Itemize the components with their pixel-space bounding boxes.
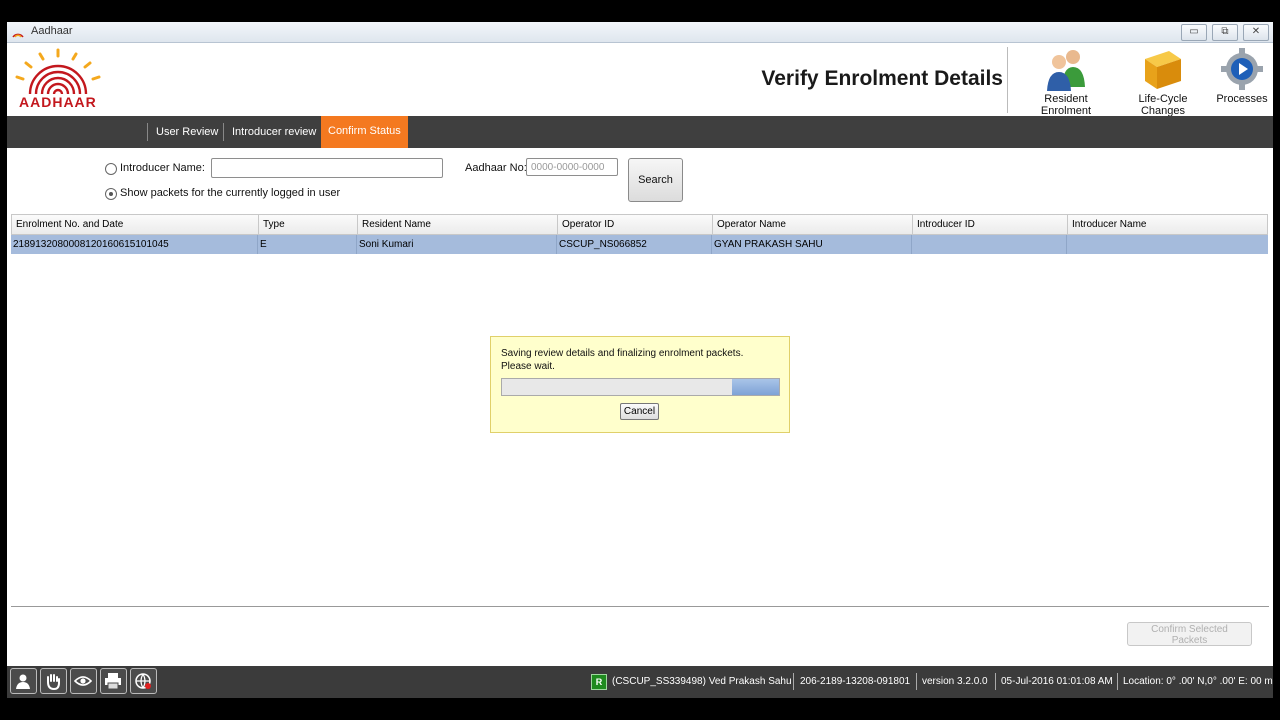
- progress-bar-fill: [731, 379, 779, 395]
- minimize-button[interactable]: ▭: [1181, 24, 1207, 41]
- nav-separator: [147, 123, 148, 141]
- status-separator: [916, 673, 917, 690]
- life-cycle-changes-button[interactable]: Life-Cycle Changes: [1117, 47, 1209, 117]
- hand-icon: [47, 674, 60, 690]
- status-separator: [1117, 673, 1118, 690]
- page-title: Verify Enrolment Details: [761, 67, 1003, 90]
- dialog-message-line2: Please wait.: [501, 361, 555, 372]
- processes-button[interactable]: Processes: [1215, 47, 1269, 105]
- title-bar: Aadhaar ▭ ⧉ ✕: [7, 22, 1273, 43]
- status-user: (CSCUP_SS339498) Ved Prakash Sahu: [612, 676, 792, 687]
- dialog-message-line1: Saving review details and finalizing enr…: [501, 348, 744, 359]
- progress-dialog: Saving review details and finalizing enr…: [490, 336, 790, 433]
- status-indicator: R: [591, 674, 607, 690]
- introducer-name-cell: [1067, 235, 1267, 254]
- fingerprint-sun-icon: [15, 48, 101, 95]
- show-packets-label: Show packets for the currently logged in…: [120, 187, 341, 199]
- search-button[interactable]: Search: [628, 158, 683, 202]
- tab-user-review[interactable]: User Review: [149, 116, 225, 148]
- confirm-selected-packets-button[interactable]: Confirm Selected Packets: [1127, 622, 1252, 646]
- globe-icon: [135, 673, 151, 689]
- tab-confirm-status[interactable]: Confirm Status: [321, 116, 408, 148]
- hand-button[interactable]: [40, 668, 67, 694]
- status-datetime: 05-Jul-2016 01:01:08 AM: [1001, 676, 1113, 687]
- status-version: version 3.2.0.0: [922, 676, 988, 687]
- header: AADHAAR Verify Enrolment Details Residen…: [7, 43, 1273, 117]
- operator-id-cell: CSCUP_NS066852: [557, 235, 712, 254]
- user-icon: [16, 674, 30, 689]
- box-icon: [1145, 51, 1181, 89]
- restore-button[interactable]: ⧉: [1212, 24, 1238, 41]
- gear-icon: [1221, 48, 1263, 90]
- taskbar: [0, 698, 1280, 720]
- status-separator: [995, 673, 996, 690]
- user-button[interactable]: [10, 668, 37, 694]
- column-header[interactable]: Operator ID: [558, 215, 713, 234]
- people-icon: [1047, 50, 1085, 91]
- column-header[interactable]: Operator Name: [713, 215, 913, 234]
- globe-button[interactable]: [130, 668, 157, 694]
- column-header[interactable]: Introducer ID: [913, 215, 1068, 234]
- eye-icon: [74, 676, 92, 686]
- introducer-name-label: Introducer Name:: [120, 162, 205, 174]
- aadhaar-logo: AADHAAR: [10, 48, 106, 112]
- close-button[interactable]: ✕: [1243, 24, 1269, 41]
- aadhaar-no-label: Aadhaar No:: [465, 162, 527, 174]
- column-header[interactable]: Resident Name: [358, 215, 558, 234]
- enrolment-table: Enrolment No. and Date Type Resident Nam…: [11, 214, 1268, 254]
- window-title: Aadhaar: [31, 25, 73, 37]
- life-cycle-changes-label: Life-Cycle Changes: [1138, 93, 1188, 117]
- column-header[interactable]: Introducer Name: [1068, 215, 1268, 234]
- type-cell: E: [258, 235, 357, 254]
- enrolment-no-cell: 2189132080008120160615101045: [11, 235, 258, 254]
- printer-icon: [105, 673, 121, 690]
- app-window: Aadhaar ▭ ⧉ ✕ AADHAAR Verify Enrolment D…: [7, 22, 1273, 698]
- status-separator: [793, 673, 794, 690]
- tab-introducer-review[interactable]: Introducer review: [225, 116, 323, 148]
- dialog-message: Saving review details and finalizing enr…: [501, 347, 781, 373]
- column-header[interactable]: Type: [259, 215, 358, 234]
- column-header[interactable]: Enrolment No. and Date: [12, 215, 259, 234]
- aadhaar-no-input[interactable]: [526, 158, 618, 176]
- nav-separator: [223, 123, 224, 141]
- header-divider: [1007, 47, 1008, 113]
- progress-bar: [501, 378, 780, 396]
- processes-label: Processes: [1216, 93, 1268, 105]
- introducer-id-cell: [912, 235, 1067, 254]
- status-station: 206-2189-13208-091801: [800, 676, 911, 687]
- show-packets-radio[interactable]: [105, 188, 117, 200]
- aadhaar-app-icon: [12, 33, 24, 38]
- divider: [11, 606, 1269, 607]
- eye-button[interactable]: [70, 668, 97, 694]
- table-row[interactable]: 2189132080008120160615101045 E Soni Kuma…: [11, 235, 1268, 254]
- status-location: Location: 0° .00' N,0° .00' E: 00 m: [1123, 676, 1273, 687]
- nav-bar: User Review Introducer review Confirm St…: [7, 116, 1273, 148]
- resident-enrolment-button[interactable]: Resident Enrolment: [1021, 47, 1111, 117]
- print-button[interactable]: [100, 668, 127, 694]
- status-bar: R (CSCUP_SS339498) Ved Prakash Sahu 206-…: [7, 666, 1273, 698]
- resident-name-cell: Soni Kumari: [357, 235, 557, 254]
- introducer-name-radio[interactable]: [105, 163, 117, 175]
- resident-enrolment-label: Resident Enrolment: [1040, 93, 1092, 117]
- operator-name-cell: GYAN PRAKASH SAHU: [712, 235, 912, 254]
- cancel-button[interactable]: Cancel: [620, 403, 659, 420]
- introducer-name-input[interactable]: [211, 158, 443, 178]
- table-header: Enrolment No. and Date Type Resident Nam…: [11, 214, 1268, 235]
- logo-text: AADHAAR: [19, 94, 97, 110]
